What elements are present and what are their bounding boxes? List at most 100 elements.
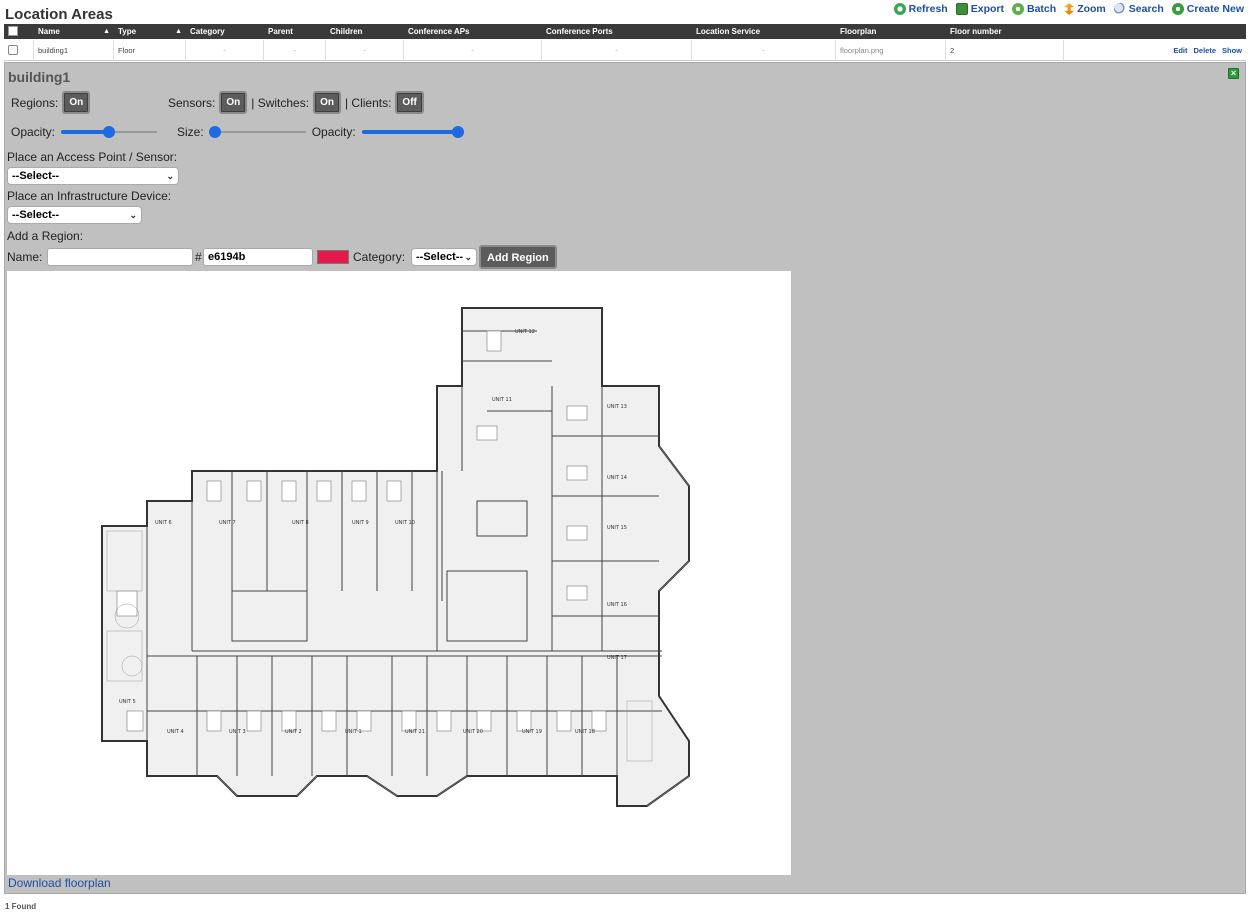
col-parent[interactable]: Parent	[264, 24, 326, 39]
svg-text:UNIT 20: UNIT 20	[463, 729, 483, 735]
clients-toggle[interactable]: Off	[395, 91, 424, 114]
export-button[interactable]: Export	[955, 3, 1004, 15]
edit-link[interactable]: Edit	[1173, 40, 1187, 61]
zoom-button[interactable]: Zoom	[1064, 3, 1106, 15]
close-icon[interactable]: ×	[1228, 68, 1239, 79]
floorplan-drawing: UNIT 12 UNIT 11 UNIT 13 UNIT 14 UNIT 15 UNIT…	[101, 307, 690, 807]
refresh-button[interactable]: Refresh	[893, 3, 948, 15]
layers-control: Sensors: On | Switches: On | Clients: Of…	[168, 91, 428, 114]
col-floorplan[interactable]: Floorplan	[836, 24, 946, 39]
result-count: 1 Found	[5, 902, 37, 911]
cell-location-service: -	[692, 40, 836, 61]
place-ap-label: Place an Access Point / Sensor:	[7, 150, 178, 164]
region-category-select[interactable]: --Select-- ⌄	[411, 248, 477, 266]
chevron-down-icon: ⌄	[464, 251, 472, 262]
svg-text:UNIT 19: UNIT 19	[522, 729, 542, 735]
col-name[interactable]: Name ▲	[34, 24, 114, 39]
svg-text:UNIT 16: UNIT 16	[607, 602, 627, 608]
detail-title: building1	[8, 69, 71, 85]
cell-conference-ports: -	[542, 40, 692, 61]
place-infra-select[interactable]: --Select-- ⌄	[7, 206, 142, 224]
region-color-input[interactable]: e6194b	[203, 248, 313, 266]
svg-text:UNIT 9: UNIT 9	[352, 520, 369, 526]
select-all-cell	[4, 24, 34, 39]
col-conference-ports[interactable]: Conference Ports	[542, 24, 692, 39]
svg-text:UNIT 17: UNIT 17	[607, 655, 627, 661]
place-ap-select[interactable]: --Select-- ⌄	[7, 167, 179, 185]
sort-up-icon: ▲	[175, 28, 182, 35]
batch-icon	[1012, 3, 1024, 15]
svg-text:UNIT 21: UNIT 21	[405, 729, 425, 735]
svg-text:UNIT 8: UNIT 8	[292, 520, 309, 526]
sort-up-icon: ▲	[103, 28, 110, 35]
regions-control: Regions: On	[11, 91, 94, 114]
header: Location Areas Refresh Export Batch Zoom…	[0, 0, 1250, 24]
floorplan-canvas[interactable]: UNIT 12 UNIT 11 UNIT 13 UNIT 14 UNIT 15 UNIT…	[7, 271, 791, 875]
svg-text:UNIT 1: UNIT 1	[345, 729, 362, 735]
svg-text:UNIT 14: UNIT 14	[607, 475, 627, 481]
layer-opacity-slider[interactable]	[361, 126, 464, 138]
sensors-toggle[interactable]: On	[219, 91, 248, 114]
sliders-row: Opacity: Size: Opacity:	[11, 125, 464, 139]
svg-text:UNIT 11: UNIT 11	[492, 397, 512, 403]
col-location-service[interactable]: Location Service	[692, 24, 836, 39]
svg-text:UNIT 5: UNIT 5	[119, 699, 136, 705]
svg-text:UNIT 4: UNIT 4	[167, 729, 184, 735]
batch-button[interactable]: Batch	[1012, 3, 1056, 15]
col-floor-number[interactable]: Floor number	[946, 24, 1064, 39]
svg-text:UNIT 6: UNIT 6	[155, 520, 172, 526]
search-button[interactable]: Search	[1113, 3, 1164, 15]
row-actions: Edit Delete Show	[1064, 40, 1246, 61]
create-icon	[1171, 3, 1184, 15]
cell-parent: -	[264, 40, 326, 61]
svg-text:UNIT 12: UNIT 12	[515, 329, 535, 335]
zoom-icon	[1064, 3, 1075, 15]
svg-text:UNIT 3: UNIT 3	[229, 729, 246, 735]
add-region-button[interactable]: Add Region	[479, 245, 557, 269]
row-select-cell	[4, 40, 34, 61]
cell-floor-number: 2	[946, 40, 1064, 61]
svg-text:UNIT 2: UNIT 2	[285, 729, 302, 735]
place-infra-label: Place an Infrastructure Device:	[7, 189, 172, 203]
export-icon	[955, 3, 968, 15]
search-icon	[1113, 3, 1126, 15]
col-children[interactable]: Children	[326, 24, 404, 39]
col-conference-aps[interactable]: Conference APs	[404, 24, 542, 39]
regions-opacity-slider[interactable]	[61, 126, 158, 138]
show-link[interactable]: Show	[1222, 40, 1242, 61]
svg-text:UNIT 15: UNIT 15	[607, 525, 627, 531]
icon-size-slider[interactable]	[208, 126, 306, 138]
region-name-input[interactable]	[47, 248, 193, 266]
row-checkbox[interactable]	[8, 45, 18, 55]
download-floorplan-link[interactable]: Download floorplan	[8, 876, 111, 890]
cell-conference-aps: -	[404, 40, 542, 61]
table-header: Name ▲ Type ▲ Category Parent Children Con…	[4, 24, 1246, 39]
regions-toggle[interactable]: On	[62, 91, 91, 114]
cell-type: Floor	[114, 40, 186, 61]
chevron-down-icon: ⌄	[129, 209, 137, 220]
delete-link[interactable]: Delete	[1193, 40, 1216, 61]
svg-text:UNIT 7: UNIT 7	[219, 520, 236, 526]
color-swatch[interactable]	[317, 250, 349, 264]
cell-category: -	[186, 40, 264, 61]
svg-text:UNIT 10: UNIT 10	[395, 520, 415, 526]
category-label: Category:	[353, 250, 406, 264]
cell-children: -	[326, 40, 404, 61]
table-row[interactable]: building1 Floor - - - - - - floorplan.pn…	[4, 40, 1246, 61]
cell-floorplan: floorplan.png	[836, 40, 946, 61]
chevron-down-icon: ⌄	[166, 170, 174, 181]
create-new-button[interactable]: Create New	[1171, 3, 1244, 15]
switches-toggle[interactable]: On	[313, 91, 341, 114]
cell-name: building1	[34, 40, 114, 61]
col-category[interactable]: Category	[186, 24, 264, 39]
svg-text:UNIT 18: UNIT 18	[575, 729, 595, 735]
page-title: Location Areas	[5, 6, 113, 23]
svg-text:UNIT 13: UNIT 13	[607, 404, 627, 410]
detail-panel: building1 × Regions: On Sensors: On | Sw…	[4, 62, 1246, 894]
region-name-label: Name:	[7, 250, 43, 264]
select-all-checkbox[interactable]	[8, 26, 18, 36]
col-actions	[1064, 24, 1246, 39]
col-type[interactable]: Type ▲	[114, 24, 186, 39]
refresh-icon	[893, 3, 906, 15]
toolbar: Refresh Export Batch Zoom Search Create …	[893, 3, 1244, 15]
